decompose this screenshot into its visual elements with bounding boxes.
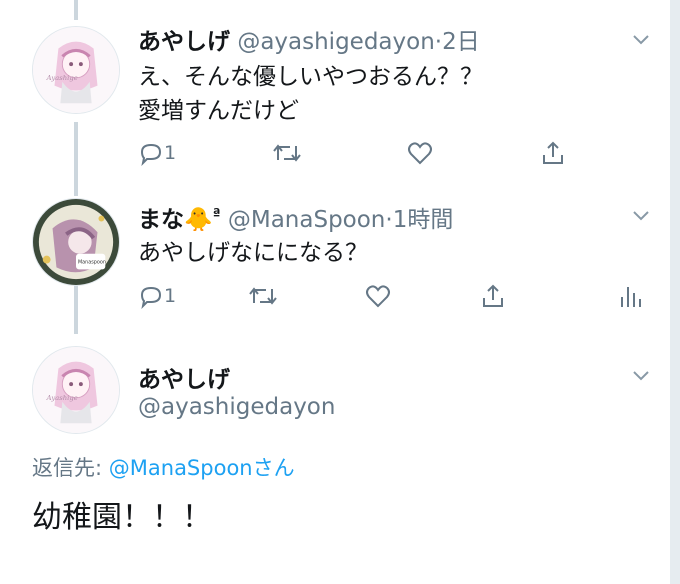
share-button[interactable] — [480, 283, 506, 309]
retweet-button[interactable] — [248, 283, 278, 309]
tweet-header: まな🐥ª @ManaSpoon·1時間 — [138, 200, 453, 234]
avatar-illustration: Ayashige — [33, 347, 119, 433]
user-handle[interactable]: @ayashigedayon — [138, 394, 335, 420]
chevron-down-icon[interactable] — [630, 364, 652, 386]
like-button[interactable] — [406, 140, 434, 166]
like-button[interactable] — [364, 283, 392, 309]
tweet-text: え、そんな優しいやつおるん？？ 愛増すんだけど — [138, 60, 483, 128]
reply-icon — [140, 286, 162, 309]
reply-button[interactable]: 1 — [138, 283, 176, 309]
user-handle[interactable]: @ManaSpoon — [228, 207, 386, 233]
tweet-text-line: え、そんな優しいやつおるん？？ — [138, 64, 483, 90]
reply-icon — [140, 143, 162, 166]
retweet-icon — [249, 287, 277, 305]
reply-to-line: 返信先: @ManaSpoonさん — [32, 452, 295, 482]
share-button[interactable] — [540, 140, 566, 166]
retweet-icon — [273, 144, 301, 162]
reply-count: 1 — [164, 142, 177, 164]
name-badge: ª — [212, 206, 221, 223]
main-user-handle[interactable]: @ayashigedayon — [138, 394, 335, 420]
svg-text:Ayashige: Ayashige — [46, 394, 78, 402]
chick-emoji: 🐥 — [184, 207, 213, 233]
thread-line-middle — [74, 122, 78, 196]
analytics-icon — [621, 287, 641, 307]
thread-line-top — [74, 0, 78, 20]
time-separator: · — [385, 207, 393, 233]
avatar-manaspoon[interactable]: Manaspoon — [32, 198, 120, 286]
retweet-button[interactable] — [272, 140, 302, 166]
like-icon — [366, 285, 390, 308]
reply-to-label: 返信先: — [32, 456, 103, 480]
reply-to-handle[interactable]: @ManaSpoon — [109, 456, 253, 480]
tweet-time[interactable]: 2日 — [442, 29, 480, 55]
main-display-name[interactable]: あやしげ — [138, 360, 230, 394]
user-handle[interactable]: @ayashigedayon — [237, 29, 434, 55]
reply-count: 1 — [164, 285, 177, 307]
svg-text:Ayashige: Ayashige — [46, 74, 78, 82]
display-name[interactable]: まな — [138, 207, 184, 233]
avatar-ayashige[interactable]: Ayashige — [32, 346, 120, 434]
reply-to-suffix: さん — [252, 456, 295, 480]
scroll-edge — [670, 0, 680, 584]
like-icon — [408, 142, 432, 165]
reply-button[interactable]: 1 — [138, 140, 176, 166]
tweet-header: あやしげ @ayashigedayon·2日 — [138, 22, 480, 56]
main-tweet-text: 幼稚園！！！ — [32, 500, 212, 535]
chevron-down-icon[interactable] — [630, 204, 652, 226]
share-icon — [483, 284, 503, 307]
time-separator: · — [434, 29, 443, 55]
tweet-text-line: 愛増すんだけど — [138, 98, 299, 124]
share-icon — [543, 141, 563, 164]
tweet-time[interactable]: 1時間 — [393, 207, 454, 233]
tweet-text-line: あやしげなにになる？ — [138, 240, 368, 266]
display-name[interactable]: あやしげ — [138, 367, 230, 393]
avatar-illustration: Manaspoon — [33, 199, 119, 285]
chevron-down-icon[interactable] — [630, 28, 652, 50]
tweet-text: あやしげなにになる？ — [138, 236, 368, 270]
display-name[interactable]: あやしげ — [138, 29, 230, 55]
avatar-illustration: Ayashige — [33, 27, 119, 113]
avatar-ayashige[interactable]: Ayashige — [32, 26, 120, 114]
svg-text:Manaspoon: Manaspoon — [78, 260, 106, 266]
analytics-button[interactable] — [618, 283, 642, 309]
